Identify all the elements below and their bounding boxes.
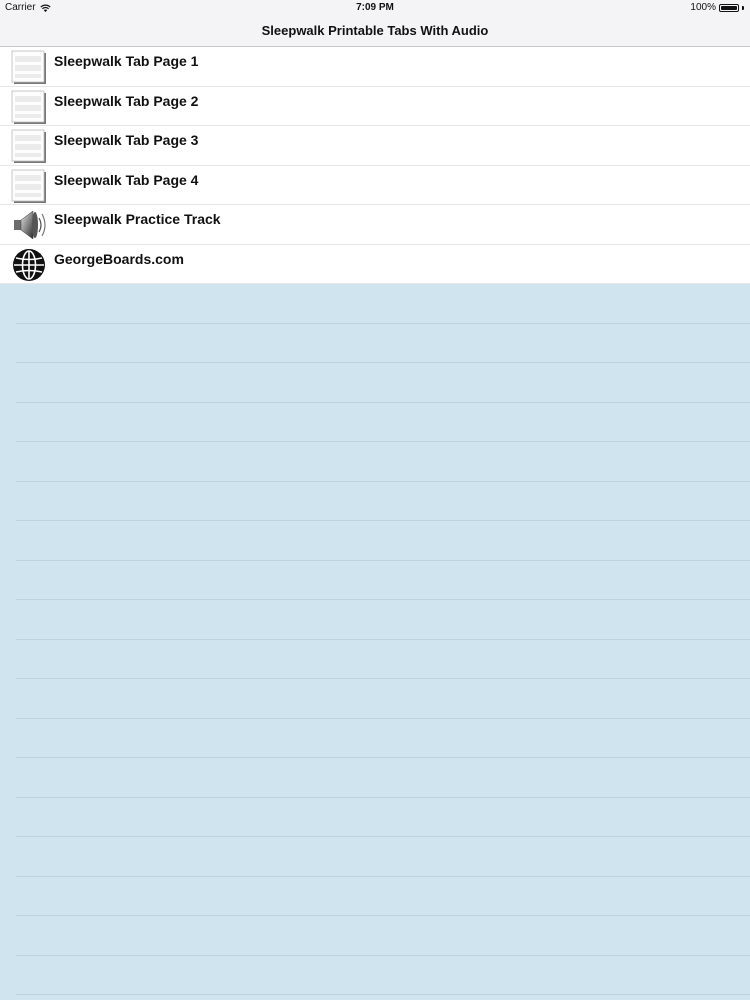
row-separator bbox=[16, 441, 750, 442]
battery-indicator: 100% bbox=[690, 2, 744, 13]
list-item-tab-page-4[interactable]: Sleepwalk Tab Page 4 bbox=[0, 165, 750, 205]
empty-list-area bbox=[0, 284, 750, 1000]
menu-list: Sleepwalk Tab Page 1 Sleepwalk Tab Page … bbox=[0, 47, 750, 284]
row-separator bbox=[16, 638, 750, 640]
list-item-georgeboards-link[interactable]: GeorgeBoards.com bbox=[0, 244, 750, 284]
row-separator bbox=[16, 362, 750, 363]
list-item-label: Sleepwalk Tab Page 3 bbox=[54, 132, 199, 148]
tab-sheet-icon bbox=[11, 129, 46, 163]
row-separator bbox=[16, 480, 750, 482]
row-separator bbox=[16, 954, 750, 956]
row-separator bbox=[16, 836, 750, 837]
row-separator bbox=[16, 915, 750, 916]
list-item-tab-page-1[interactable]: Sleepwalk Tab Page 1 bbox=[0, 47, 750, 87]
page-title: Sleepwalk Printable Tabs With Audio bbox=[261, 23, 489, 38]
row-separator bbox=[16, 757, 750, 758]
list-item-practice-track[interactable]: Sleepwalk Practice Track bbox=[0, 205, 750, 245]
row-separator bbox=[16, 520, 750, 521]
list-item-label: GeorgeBoards.com bbox=[54, 250, 184, 267]
list-item-label: Sleepwalk Tab Page 1 bbox=[54, 53, 199, 69]
battery-icon bbox=[719, 3, 739, 12]
globe-icon bbox=[13, 248, 45, 281]
row-separator bbox=[16, 994, 750, 995]
tab-sheet-icon bbox=[11, 90, 46, 124]
row-separator bbox=[16, 599, 750, 600]
status-time: 7:09 PM bbox=[356, 2, 394, 13]
row-separator bbox=[16, 322, 750, 324]
row-separator bbox=[16, 678, 750, 679]
navigation-bar: Sleepwalk Printable Tabs With Audio bbox=[0, 16, 750, 47]
list-item-tab-page-3[interactable]: Sleepwalk Tab Page 3 bbox=[0, 126, 750, 166]
battery-percent: 100% bbox=[690, 2, 716, 13]
list-item-label: Sleepwalk Tab Page 2 bbox=[54, 92, 199, 109]
row-separator bbox=[16, 717, 750, 719]
tab-sheet-icon bbox=[11, 50, 46, 84]
tab-sheet-icon bbox=[11, 169, 46, 203]
row-separator bbox=[16, 796, 750, 798]
speaker-icon bbox=[14, 210, 46, 240]
row-separator bbox=[16, 875, 750, 877]
status-bar: Carrier 7:09 PM 100% bbox=[0, 0, 750, 16]
list-item-tab-page-2[interactable]: Sleepwalk Tab Page 2 bbox=[0, 86, 750, 126]
list-item-label: Sleepwalk Tab Page 4 bbox=[54, 171, 199, 188]
row-separator bbox=[16, 401, 750, 403]
row-separator bbox=[16, 559, 750, 561]
list-item-label: Sleepwalk Practice Track bbox=[54, 211, 221, 227]
